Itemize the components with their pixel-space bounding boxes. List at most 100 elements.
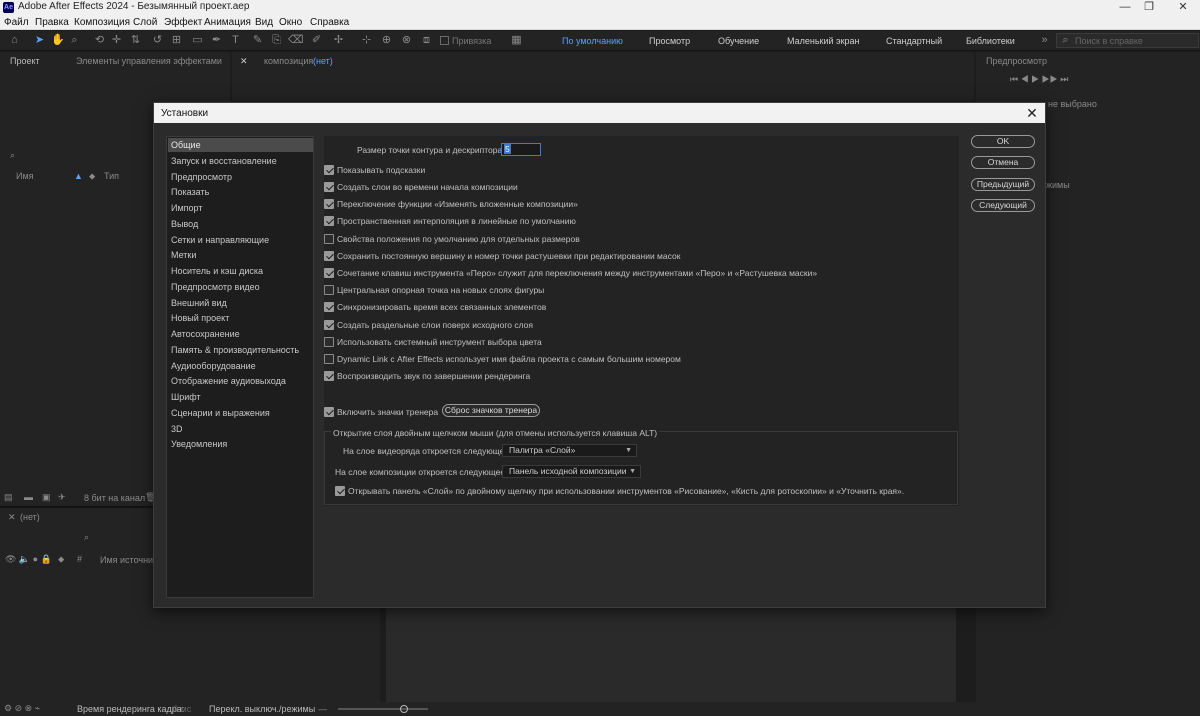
menu-view[interactable]: Вид [255,17,273,28]
view-axis-icon[interactable]: ⊗ [400,34,413,47]
more-workspaces-icon[interactable]: » [1038,34,1051,47]
roto-brush-icon[interactable]: ✐ [310,34,323,47]
category-import[interactable]: Импорт [168,201,313,215]
project-search-icon[interactable]: ⌕ [10,150,15,161]
menu-effect[interactable]: Эффект [164,17,202,28]
workspace-small-screen[interactable]: Маленький экран [787,36,860,46]
menu-composition[interactable]: Композиция [74,17,130,28]
category-startup-repair[interactable]: Запуск и восстановление [168,154,313,168]
option-checkbox[interactable] [324,165,334,175]
category-media-cache[interactable]: Носитель и кэш диска [168,264,313,278]
category-audio-output-mapping[interactable]: Отображение аудиовыхода [168,374,313,388]
interpret-footage-icon[interactable]: ▤ [4,492,13,503]
clone-tool-icon[interactable]: ⎘ [270,34,283,47]
category-3d[interactable]: 3D [168,422,313,436]
axis-tool-icon[interactable]: ⊹ [360,34,373,47]
coach-marks-checkbox[interactable] [324,407,334,417]
option-checkbox[interactable] [324,371,334,381]
category-memory-performance[interactable]: Память & производительность [168,343,313,357]
menu-layer[interactable]: Слой [133,17,157,28]
category-auto-save[interactable]: Автосохранение [168,327,313,341]
pan-tool-icon[interactable]: ✛ [110,34,123,47]
category-notifications[interactable]: Уведомления [168,437,313,451]
column-type[interactable]: Тип [104,171,119,181]
menu-help[interactable]: Справка [310,17,349,28]
help-search-input[interactable]: ⌕ Поиск в справке [1056,33,1199,48]
tab-preview[interactable]: Предпросмотр [986,56,1047,66]
category-new-project[interactable]: Новый проект [168,311,313,325]
rect-tool-icon[interactable]: ▭ [191,34,204,47]
path-point-size-input[interactable]: 5 [501,143,541,156]
comp-dblclick-select[interactable]: Панель исходной композиции ▼ [502,465,641,478]
option-checkbox[interactable] [324,234,334,244]
comp-close-icon[interactable]: ✕ [240,56,248,67]
footage-dblclick-select[interactable]: Палитра «Слой» ▼ [502,444,637,457]
category-general[interactable]: Общие [168,138,313,152]
workspace-learn[interactable]: Обучение [718,36,759,46]
option-checkbox[interactable] [324,251,334,261]
brush-tool-icon[interactable]: ✎ [251,34,264,47]
restore-icon[interactable]: ❐ [1134,0,1164,15]
next-button[interactable]: Следующий [971,199,1035,212]
paint-dblclick-checkbox[interactable] [335,486,345,496]
dolly-tool-icon[interactable]: ⇅ [129,34,142,47]
zoom-out-icon[interactable]: — [318,704,327,714]
status-icons[interactable]: ⚙ ⊘ ⊗ ⌁ [4,703,40,714]
workspace-standard[interactable]: Стандартный [886,36,942,46]
category-previews[interactable]: Предпросмотр [168,170,313,184]
world-axis-icon[interactable]: ⊕ [380,34,393,47]
zoom-slider-handle[interactable] [400,705,408,713]
rotate-tool-icon[interactable]: ↺ [151,34,164,47]
new-folder-icon[interactable]: ▬ [24,492,33,502]
option-checkbox[interactable] [324,182,334,192]
category-video-preview[interactable]: Предпросмотр видео [168,280,313,294]
render-queue-icon[interactable]: ✈ [58,492,66,503]
option-checkbox[interactable] [324,285,334,295]
home-icon[interactable]: ⌂ [8,34,21,47]
snap-options-icon[interactable]: ▦ [510,34,523,47]
cube-icon[interactable]: ⧈ [420,34,433,47]
option-checkbox[interactable] [324,337,334,347]
category-type[interactable]: Шрифт [168,390,313,404]
category-labels[interactable]: Метки [168,248,313,262]
eraser-tool-icon[interactable]: ⌫ [288,34,304,47]
tab-project[interactable]: Проект [10,56,40,66]
category-appearance[interactable]: Внешний вид [168,296,313,310]
menu-animation[interactable]: Анимация [204,17,251,28]
sort-asc-icon[interactable]: ▲ [74,171,83,181]
ok-button[interactable]: OK [971,135,1035,148]
option-checkbox[interactable] [324,302,334,312]
option-checkbox[interactable] [324,199,334,209]
timeline-tab[interactable]: (нет) [20,512,40,522]
option-checkbox[interactable] [324,216,334,226]
workspace-default[interactable]: По умолчанию [562,36,623,46]
comp-tab[interactable]: композиция [264,56,313,66]
toggle-modes-button[interactable]: Перекл. выключ./режимы [209,704,315,714]
cancel-button[interactable]: Отмена [971,156,1035,169]
new-comp-icon[interactable]: ▣ [42,492,51,503]
category-display[interactable]: Показать [168,185,313,199]
category-grids-guides[interactable]: Сетки и направляющие [168,233,313,247]
puppet-tool-icon[interactable]: ✢ [332,34,345,47]
snap-checkbox[interactable] [440,36,449,45]
type-tool-icon[interactable]: T [229,34,242,47]
option-checkbox[interactable] [324,354,334,364]
workspace-libraries[interactable]: Библиотеки [966,36,1015,46]
timeline-search-icon[interactable]: ⌕ [84,532,89,543]
timeline-close-icon[interactable]: ✕ [8,512,16,523]
selection-tool-icon[interactable]: ➤ [33,34,46,47]
zoom-slider-track[interactable] [338,708,428,710]
category-audio-hardware[interactable]: Аудиооборудование [168,359,313,373]
option-checkbox[interactable] [324,268,334,278]
workspace-review[interactable]: Просмотр [649,36,690,46]
menu-window[interactable]: Окно [279,17,302,28]
reset-coach-marks-button[interactable]: Сброс значков тренера [442,404,540,417]
column-name[interactable]: Имя [16,171,34,181]
pen-tool-icon[interactable]: ✒ [210,34,223,47]
close-window-icon[interactable]: ✕ [1168,0,1198,15]
anchor-tool-icon[interactable]: ⊞ [170,34,183,47]
tab-effect-controls[interactable]: Элементы управления эффектами [76,56,222,66]
hand-tool-icon[interactable]: ✋ [51,34,65,47]
menu-file[interactable]: Файл [4,17,29,28]
orbit-tool-icon[interactable]: ⟲ [93,34,106,47]
